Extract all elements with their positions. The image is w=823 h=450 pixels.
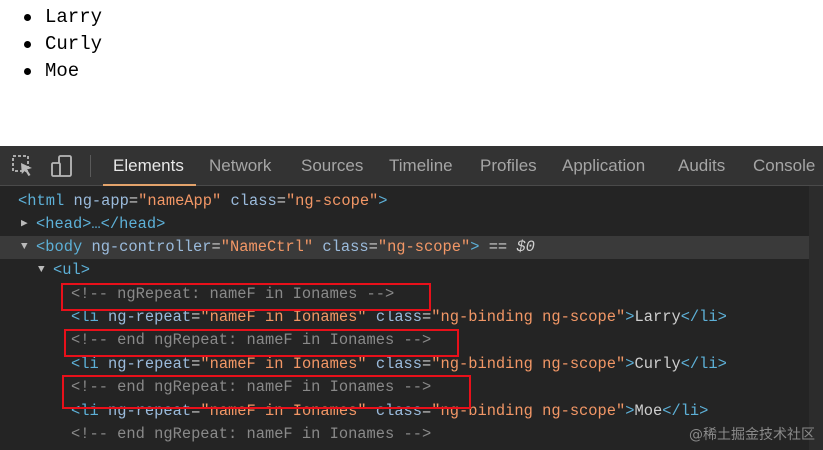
dom-node-body[interactable]: ▼ <body ng-controller="NameCtrl" class="… xyxy=(0,236,823,259)
dom-node-head[interactable]: ▶ <head>…</head> xyxy=(0,213,823,236)
toolbar-divider xyxy=(90,155,91,177)
tab-network[interactable]: Network xyxy=(209,146,271,186)
bullet-icon xyxy=(24,14,31,21)
inspect-element-icon[interactable] xyxy=(11,154,35,178)
device-mode-icon[interactable] xyxy=(50,154,74,178)
collapse-arrow-icon[interactable]: ▼ xyxy=(21,236,28,259)
tab-console[interactable]: Console xyxy=(753,146,815,186)
vertical-scrollbar[interactable] xyxy=(809,186,823,450)
tab-application[interactable]: Application xyxy=(562,146,645,186)
highlight-box xyxy=(61,283,431,311)
list-item: Larry xyxy=(24,4,324,31)
tab-timeline[interactable]: Timeline xyxy=(389,146,453,186)
bullet-icon xyxy=(24,68,31,75)
tab-sources[interactable]: Sources xyxy=(301,146,363,186)
list-item: Curly xyxy=(24,31,324,58)
rendered-name-list: Larry Curly Moe xyxy=(24,4,324,85)
highlight-box xyxy=(64,329,459,357)
tab-audits[interactable]: Audits xyxy=(678,146,725,186)
watermark: @稀土掘金技术社区 xyxy=(689,427,815,443)
expand-arrow-icon[interactable]: ▶ xyxy=(21,213,28,236)
highlight-box xyxy=(62,375,471,409)
collapse-arrow-icon[interactable]: ▼ xyxy=(38,259,45,282)
devtools-panel: Elements Network Sources Timeline Profil… xyxy=(0,146,823,450)
dom-node-html[interactable]: <html ng-app="nameApp" class="ng-scope"> xyxy=(0,190,823,213)
selection-marker: == $0 xyxy=(488,238,535,256)
tab-profiles[interactable]: Profiles xyxy=(480,146,537,186)
dom-node-ul[interactable]: ▼ <ul> xyxy=(0,259,823,282)
list-item: Moe xyxy=(24,58,324,85)
tab-elements[interactable]: Elements xyxy=(103,146,196,186)
devtools-tabbar: Elements Network Sources Timeline Profil… xyxy=(0,146,823,186)
bullet-icon xyxy=(24,41,31,48)
